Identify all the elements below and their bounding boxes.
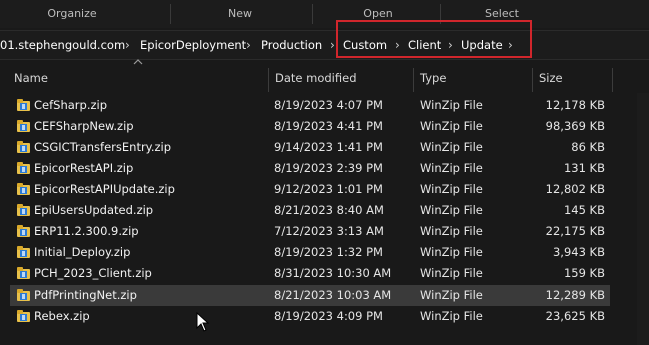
column-type[interactable]: Type — [420, 63, 446, 93]
winzip-file-icon — [16, 245, 31, 260]
file-size: 12,289 KB — [545, 288, 605, 302]
file-type: WinZip File — [420, 203, 483, 217]
file-name: EpicorRestAPIUpdate.zip — [34, 182, 175, 196]
file-date: 8/21/2023 8:40 AM — [274, 203, 384, 217]
file-date: 8/19/2023 1:32 PM — [274, 245, 383, 259]
column-date-modified[interactable]: Date modified — [275, 63, 357, 93]
file-name: EpiUsersUpdated.zip — [34, 203, 154, 217]
column-divider[interactable] — [612, 68, 613, 92]
address-bar[interactable]: 01.stephengould.com › EpicorDeployment ›… — [0, 30, 649, 60]
file-row[interactable]: EpiUsersUpdated.zip 8/21/2023 8:40 AM Wi… — [10, 200, 610, 221]
file-date: 9/12/2023 1:01 PM — [274, 182, 383, 196]
winzip-file-icon — [16, 182, 31, 197]
highlight-box — [336, 20, 532, 58]
file-date: 8/21/2023 10:03 AM — [274, 288, 392, 302]
file-row[interactable]: PCH_2023_Client.zip 8/31/2023 10:30 AM W… — [10, 263, 610, 284]
winzip-file-icon — [16, 309, 31, 324]
file-date: 8/19/2023 4:09 PM — [274, 309, 383, 323]
file-name: PdfPrintingNet.zip — [34, 288, 137, 302]
file-type: WinZip File — [420, 266, 483, 280]
file-date: 8/19/2023 4:07 PM — [274, 98, 383, 112]
file-row[interactable]: ERP11.2.300.9.zip 7/12/2023 3:13 AM WinZ… — [10, 221, 610, 242]
winzip-file-icon — [16, 98, 31, 113]
mouse-cursor-icon — [196, 312, 210, 332]
ribbon-group-organize[interactable]: Organize — [20, 0, 124, 28]
file-type: WinZip File — [420, 98, 483, 112]
file-row[interactable]: EpicorRestAPI.zip 8/19/2023 2:39 PM WinZ… — [10, 158, 610, 179]
file-date: 8/31/2023 10:30 AM — [274, 266, 392, 280]
breadcrumb-epicordeployment[interactable]: EpicorDeployment — [140, 31, 246, 59]
winzip-file-icon — [16, 140, 31, 155]
column-divider[interactable] — [268, 68, 269, 92]
file-date: 8/19/2023 2:39 PM — [274, 161, 383, 175]
file-name: CefSharp.zip — [34, 98, 108, 112]
file-row-selected[interactable]: PdfPrintingNet.zip 8/21/2023 10:03 AM Wi… — [10, 285, 610, 306]
file-type: WinZip File — [420, 119, 483, 133]
file-date: 7/12/2023 3:13 AM — [274, 224, 384, 238]
column-divider[interactable] — [532, 68, 533, 92]
ribbon-group-new[interactable]: New — [190, 0, 290, 28]
winzip-file-icon — [16, 224, 31, 239]
file-name: PCH_2023_Client.zip — [34, 266, 152, 280]
winzip-file-icon — [16, 288, 31, 303]
file-type: WinZip File — [420, 245, 483, 259]
chevron-right-icon[interactable]: › — [125, 31, 130, 59]
chevron-right-icon[interactable]: › — [330, 31, 335, 59]
file-size: 22,175 KB — [545, 224, 605, 238]
ribbon-divider — [312, 4, 313, 24]
ribbon: Organize New Open Select — [0, 0, 649, 28]
file-size: 12,178 KB — [545, 98, 605, 112]
file-row[interactable]: CSGICTransfersEntry.zip 9/14/2023 1:41 P… — [10, 137, 610, 158]
column-divider[interactable] — [413, 68, 414, 92]
file-size: 131 KB — [563, 161, 605, 175]
file-name: EpicorRestAPI.zip — [34, 161, 134, 175]
column-name[interactable]: Name — [14, 63, 48, 93]
breadcrumb-server[interactable]: 01.stephengould.com — [0, 31, 125, 59]
winzip-file-icon — [16, 203, 31, 218]
file-type: WinZip File — [420, 224, 483, 238]
file-row[interactable]: CefSharp.zip 8/19/2023 4:07 PM WinZip Fi… — [10, 95, 610, 116]
winzip-file-icon — [16, 119, 31, 134]
column-header: Name Date modified Type Size — [0, 63, 649, 93]
file-size: 145 KB — [563, 203, 605, 217]
file-type: WinZip File — [420, 309, 483, 323]
file-row[interactable]: Initial_Deploy.zip 8/19/2023 1:32 PM Win… — [10, 242, 610, 263]
winzip-file-icon — [16, 266, 31, 281]
file-size: 12,802 KB — [545, 182, 605, 196]
file-size: 86 KB — [571, 140, 605, 154]
file-name: ERP11.2.300.9.zip — [34, 224, 139, 238]
file-type: WinZip File — [420, 288, 483, 302]
vertical-scrollbar[interactable] — [637, 93, 649, 345]
winzip-file-icon — [16, 161, 31, 176]
file-row[interactable]: Rebex.zip 8/19/2023 4:09 PM WinZip File … — [10, 306, 610, 327]
file-size: 159 KB — [563, 266, 605, 280]
file-type: WinZip File — [420, 182, 483, 196]
file-date: 9/14/2023 1:41 PM — [274, 140, 383, 154]
file-name: Rebex.zip — [34, 309, 90, 323]
file-name: Initial_Deploy.zip — [34, 245, 131, 259]
file-name: CSGICTransfersEntry.zip — [34, 140, 172, 154]
file-type: WinZip File — [420, 140, 483, 154]
file-row[interactable]: CEFSharpNew.zip 8/19/2023 4:41 PM WinZip… — [10, 116, 610, 137]
column-size[interactable]: Size — [539, 63, 563, 93]
file-size: 98,369 KB — [545, 119, 605, 133]
file-size: 23,625 KB — [545, 309, 605, 323]
breadcrumb-production[interactable]: Production — [261, 31, 322, 59]
file-row[interactable]: EpicorRestAPIUpdate.zip 9/12/2023 1:01 P… — [10, 179, 610, 200]
ribbon-divider — [170, 4, 171, 24]
chevron-right-icon[interactable]: › — [246, 31, 251, 59]
file-type: WinZip File — [420, 161, 483, 175]
file-size: 3,943 KB — [552, 245, 605, 259]
file-date: 8/19/2023 4:41 PM — [274, 119, 383, 133]
file-name: CEFSharpNew.zip — [34, 119, 134, 133]
